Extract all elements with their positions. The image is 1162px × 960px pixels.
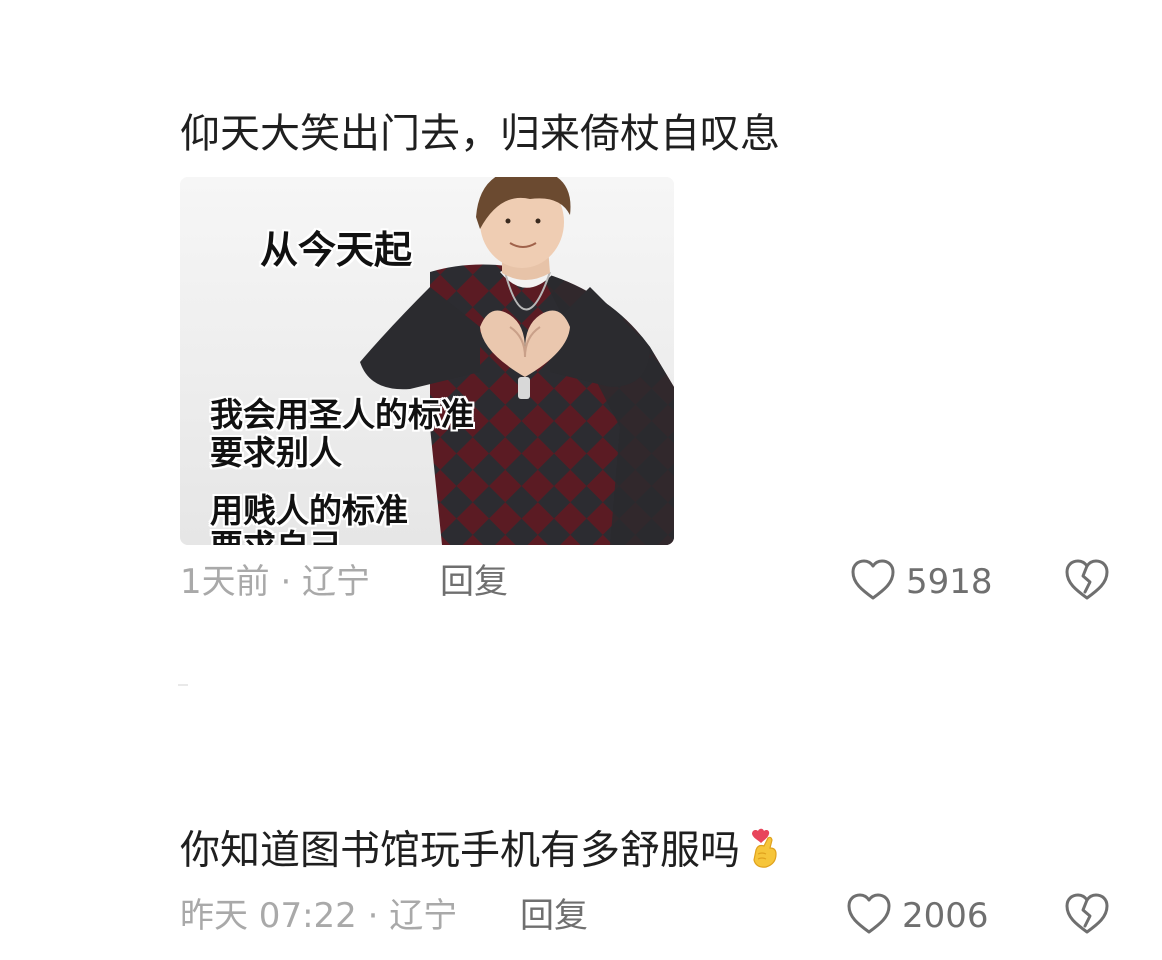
finger-heart-emoji xyxy=(746,824,780,881)
comment-image[interactable]: 从今天起 我会用圣人的标准 要求别人 用贱人的标准 要求自己 xyxy=(180,177,674,545)
meme-caption-line: 要求自己 xyxy=(210,529,342,546)
comment-text: 仰天大笑出门去，归来倚杖自叹息 xyxy=(180,111,780,157)
heart-outline-icon xyxy=(846,892,892,940)
meme-caption-line: 我会用圣人的标准 xyxy=(210,395,474,434)
comment-time-location: 昨天 07:22 · 辽宁 xyxy=(180,896,458,936)
reply-button[interactable]: 回复 xyxy=(520,896,588,936)
meme-photo xyxy=(180,177,674,545)
comment-text: 你知道图书馆玩手机有多舒服吗 xyxy=(180,824,780,881)
like-button[interactable]: 5918 xyxy=(850,558,993,606)
heart-outline-icon xyxy=(850,558,896,606)
broken-heart-icon xyxy=(1064,893,1110,940)
like-count: 2006 xyxy=(902,896,989,936)
reply-button[interactable]: 回复 xyxy=(440,562,508,602)
dislike-button[interactable] xyxy=(1064,558,1110,606)
meme-caption-line: 用贱人的标准 xyxy=(210,491,408,530)
meme-caption-top: 从今天起 xyxy=(260,228,413,272)
broken-heart-icon xyxy=(1064,559,1110,606)
comment-time-location: 1天前 · 辽宁 xyxy=(180,562,371,602)
like-button[interactable]: 2006 xyxy=(846,892,989,940)
dislike-button[interactable] xyxy=(1064,892,1110,940)
meme-caption-line: 要求别人 xyxy=(210,433,342,472)
divider xyxy=(178,684,188,686)
like-count: 5918 xyxy=(906,562,993,602)
comment-text-content: 你知道图书馆玩手机有多舒服吗 xyxy=(180,827,740,874)
